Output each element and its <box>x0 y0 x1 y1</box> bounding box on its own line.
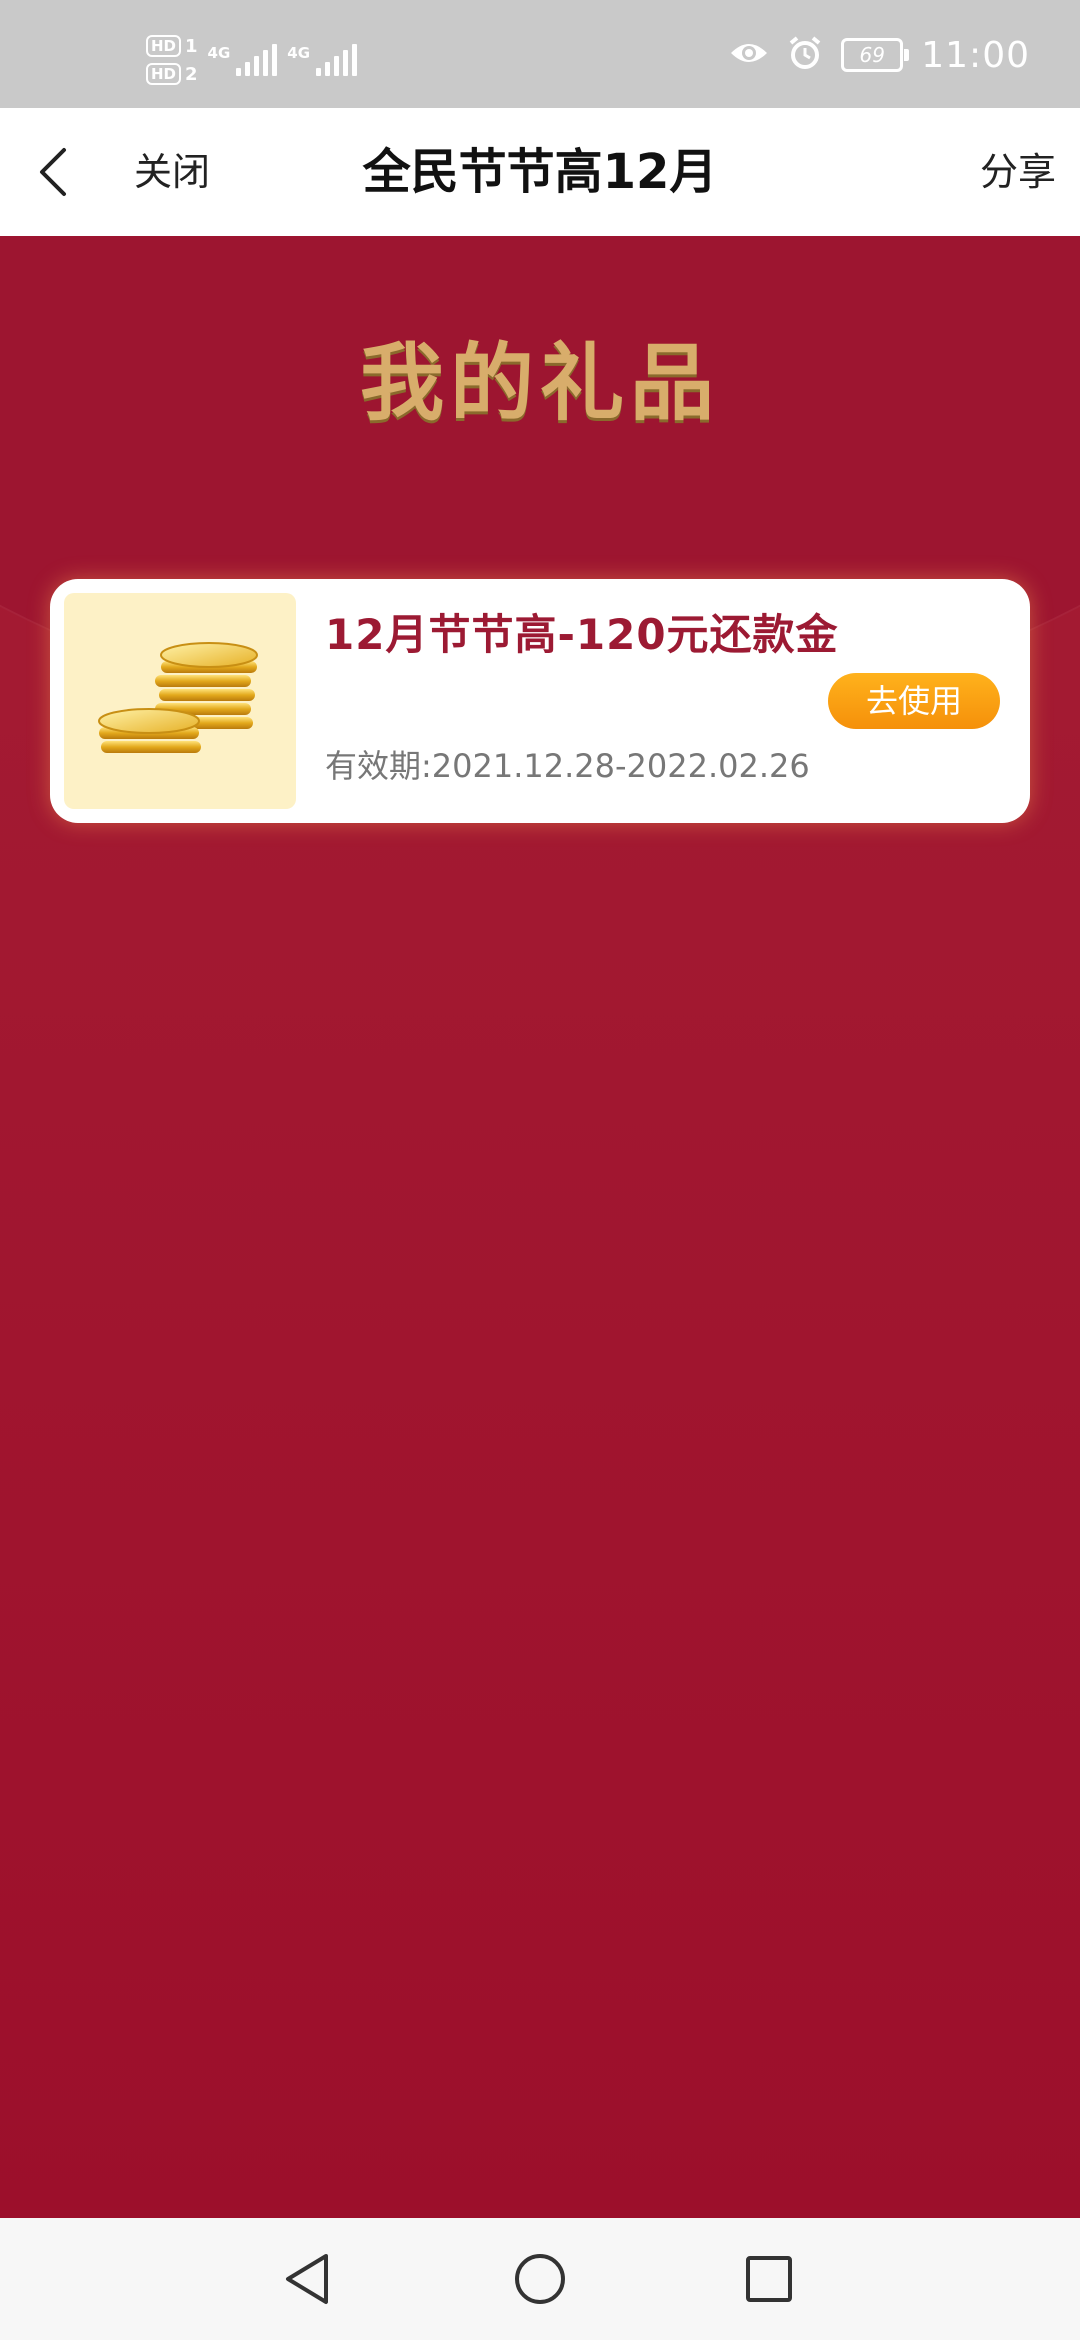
status-time: 11:00 <box>921 34 1030 76</box>
triangle-back-icon <box>286 2254 328 2304</box>
sim2-indicator: HD 2 <box>146 63 198 85</box>
system-recents-button[interactable] <box>734 2244 804 2314</box>
share-button[interactable]: 分享 <box>980 108 1056 236</box>
system-back-button[interactable] <box>272 2244 342 2314</box>
sim-indicators: HD 1 HD 2 <box>146 35 198 85</box>
status-right: 69 11:00 <box>729 30 1030 80</box>
sim-slot-label: 1 <box>185 35 198 57</box>
battery-level: 69 <box>859 43 885 67</box>
hd-badge: HD <box>146 63 182 85</box>
sim1-indicator: HD 1 <box>146 35 198 57</box>
my-gifts-title: 我的礼品 <box>359 334 720 432</box>
square-recents-icon <box>746 2256 792 2302</box>
system-navigation-bar <box>0 2218 1080 2340</box>
navigation-header: 关闭 全民节节高12月 分享 <box>0 108 1080 236</box>
use-gift-button[interactable]: 去使用 <box>828 673 1000 729</box>
network-type-label: 4G <box>207 44 231 62</box>
gift-title: 12月节节高-120元还款金 <box>325 610 839 659</box>
alarm-icon <box>787 35 823 75</box>
eye-icon <box>729 39 769 71</box>
gift-validity: 有效期:2021.12.28-2022.02.26 <box>325 747 810 785</box>
status-left: HD 1 HD 2 4G 4G <box>146 30 358 90</box>
system-home-button[interactable] <box>505 2244 575 2314</box>
battery-icon: 69 <box>841 38 910 72</box>
close-button[interactable]: 关闭 <box>134 108 210 236</box>
status-bar: HD 1 HD 2 4G 4G 69 11:00 <box>0 0 1080 108</box>
circle-home-icon <box>515 2254 565 2304</box>
network-type-label: 4G <box>287 44 311 62</box>
sim-slot-label: 2 <box>185 63 198 85</box>
gold-coins-icon <box>98 642 258 753</box>
back-button[interactable] <box>30 144 76 200</box>
gift-thumbnail <box>64 593 296 809</box>
chevron-left-icon <box>40 148 66 196</box>
signal-icon: 4G <box>287 44 358 76</box>
gift-card: 12月节节高-120元还款金 有效期:2021.12.28-2022.02.26… <box>50 579 1030 823</box>
main-content: 我的礼品 12月节节高-120元还款金 有效期:2021.12.28-2022.… <box>0 236 1080 2218</box>
signal-icon: 4G <box>208 44 278 76</box>
hd-badge: HD <box>146 35 182 57</box>
